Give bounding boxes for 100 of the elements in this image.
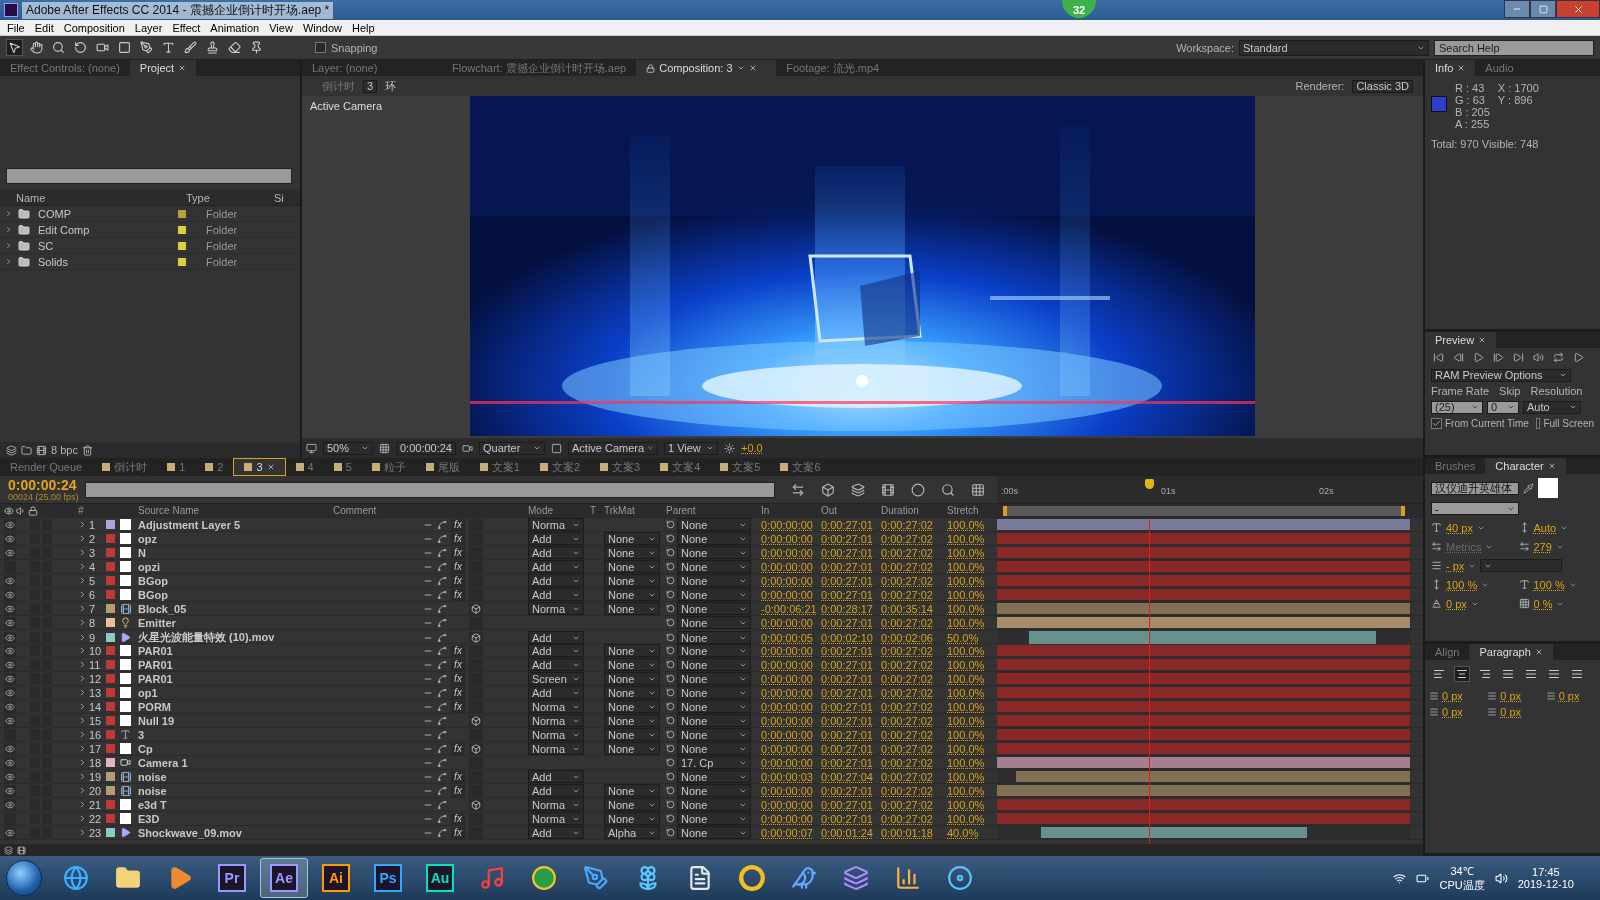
mode-dropdown[interactable]: Add [528,574,584,587]
track-matte-dropdown[interactable]: None [604,700,660,713]
bit-depth[interactable]: 8 bpc [51,444,78,456]
mode-dropdown[interactable]: Add [528,644,584,657]
menu-item[interactable]: Animation [205,21,265,34]
column-header[interactable]: Mode [528,505,590,516]
timeline-tab[interactable]: 倒计时 [92,458,158,476]
frame-rate-field[interactable]: (25) [1431,400,1483,414]
timeline-tab[interactable]: 文案5 [710,458,771,476]
current-time[interactable]: 0:00:00:24 [8,477,79,492]
track-matte-dropdown[interactable]: None [604,714,660,727]
parent-dropdown[interactable]: None [677,602,751,615]
parent-dropdown[interactable]: None [677,658,751,671]
current-time-field[interactable]: 0:00:00:24 [396,441,456,455]
mode-dropdown[interactable]: Norma [528,812,584,825]
track-matte-dropdown[interactable]: None [604,588,660,601]
layout-dropdown[interactable]: 1 View [664,441,718,455]
track-matte-dropdown[interactable]: None [604,812,660,825]
mode-dropdown[interactable]: Add [528,686,584,699]
effects-switch[interactable]: fx [451,672,465,685]
effects-switch[interactable]: fx [451,532,465,545]
layer-name[interactable]: Block_05 [138,602,333,615]
layer-name[interactable]: PAR01 [138,658,333,671]
track-matte-dropdown[interactable]: None [604,546,660,559]
effects-switch[interactable]: fx [451,658,465,671]
panel-tab[interactable]: Paragraph [1469,644,1553,660]
clock-time[interactable]: 17:45 [1532,866,1560,878]
timeline-tab[interactable]: 文案3 [590,458,651,476]
track-matte-dropdown[interactable]: None [604,532,660,545]
parent-dropdown[interactable]: None [677,742,751,755]
panel-tab[interactable]: Project [129,60,197,76]
mode-dropdown[interactable]: Norma [528,798,584,811]
timeline-tab[interactable]: Render Queue [0,458,93,476]
layer-name[interactable]: opz [138,532,333,545]
timeline-tab[interactable]: 尾版 [415,458,470,476]
parent-dropdown[interactable]: None [677,560,751,573]
parent-dropdown[interactable]: None [677,574,751,587]
parent-dropdown[interactable]: None [677,546,751,559]
parent-dropdown[interactable]: None [677,588,751,601]
effects-switch[interactable]: fx [451,518,465,531]
style-dropdown[interactable]: - [1431,502,1519,515]
effects-switch[interactable]: fx [451,742,465,755]
breadcrumb[interactable]: 环 [385,78,397,94]
timeline-tab[interactable]: 1 [157,458,196,476]
layer-name[interactable]: PAR01 [138,644,333,657]
item-name[interactable]: Solids [38,255,178,268]
parent-dropdown[interactable]: None [677,728,751,741]
viewer-tab[interactable]: Footage: 流光.mp4 [776,60,917,76]
column-header[interactable]: Duration [881,505,947,516]
resolution-dropdown[interactable]: Auto [1523,400,1581,414]
taskbar-app[interactable]: Ai [312,858,360,898]
effects-switch[interactable]: fx [451,770,465,783]
panel-tab[interactable]: Info [1425,60,1476,76]
timeline-tab[interactable]: 3 [233,458,286,476]
layer-name[interactable]: op1 [138,686,333,699]
taskbar-app[interactable]: Pr [208,858,256,898]
parent-dropdown[interactable]: None [677,518,751,531]
menu-item[interactable]: Effect [167,21,206,34]
panel-tab[interactable]: Effect Controls: (none) [0,60,130,76]
timeline-tab[interactable]: 4 [285,458,324,476]
viewer-tab[interactable]: Composition: 3 [636,60,777,76]
preview-options-dropdown[interactable]: RAM Preview Options [1431,368,1571,382]
parent-dropdown[interactable]: None [677,686,751,699]
mode-dropdown[interactable]: Norma [528,602,584,615]
effects-switch[interactable]: fx [451,686,465,699]
item-name[interactable]: Edit Comp [38,223,178,236]
column-header[interactable]: Comment [333,505,423,516]
timeline-tab[interactable]: 文案6 [770,458,831,476]
column-header[interactable]: # [78,505,106,516]
layer-name[interactable]: Null 19 [138,714,333,727]
layer-name[interactable]: Adjustment Layer 5 [138,518,333,531]
layer-name[interactable]: noise [138,784,333,797]
breadcrumb[interactable]: 3 [363,79,378,93]
track-matte-dropdown[interactable]: None [604,658,660,671]
layer-name[interactable]: E3D [138,812,333,825]
layer-name[interactable]: Camera 1 [138,756,333,769]
taskbar-app[interactable]: Ps [364,858,412,898]
zoom-dropdown[interactable]: 50% [323,441,373,455]
panel-tab[interactable]: Character [1485,458,1566,474]
item-name[interactable]: COMP [38,207,178,220]
parent-dropdown[interactable]: None [677,644,751,657]
menu-item[interactable]: File [2,21,30,34]
taskbar-app[interactable]: Au [416,858,464,898]
column-header[interactable]: Name [16,191,166,204]
mode-dropdown[interactable]: Add [528,826,584,839]
column-header[interactable]: TrkMat [604,505,666,516]
effects-switch[interactable]: fx [451,546,465,559]
menu-item[interactable]: Window [297,21,347,34]
mode-dropdown[interactable]: Add [528,658,584,671]
effects-switch[interactable]: fx [451,700,465,713]
workspace-dropdown[interactable]: Standard [1239,39,1429,56]
timeline-tab[interactable]: 粒子 [361,458,416,476]
parent-dropdown[interactable]: None [677,798,751,811]
mode-dropdown[interactable]: Add [528,588,584,601]
menu-item[interactable]: Composition [58,21,130,34]
menu-item[interactable]: View [264,21,298,34]
menu-item[interactable]: Edit [29,21,59,34]
parent-dropdown[interactable]: None [677,672,751,685]
mode-dropdown[interactable]: Norma [528,714,584,727]
layer-name[interactable]: 3 [138,728,333,741]
